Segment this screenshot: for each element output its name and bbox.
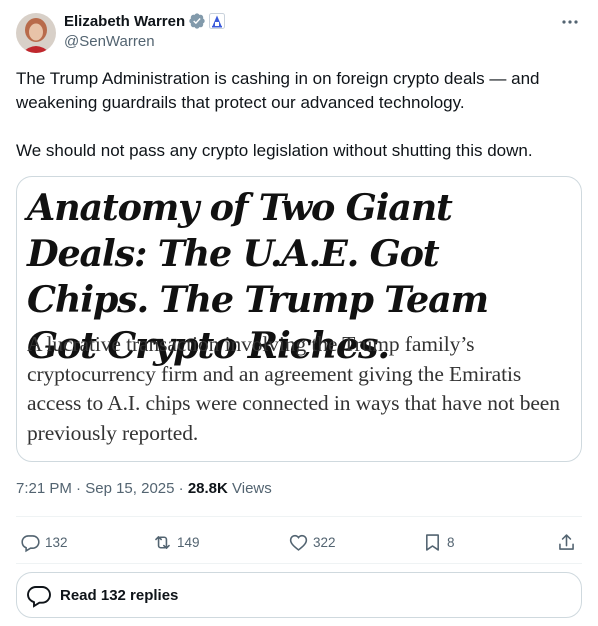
tweet-header: Elizabeth Warren @SenWarren	[16, 10, 582, 58]
tweet-paragraph: We should not pass any crypto legislatio…	[16, 141, 533, 160]
author-handle[interactable]: @SenWarren	[64, 32, 225, 52]
more-options-icon[interactable]	[560, 14, 580, 30]
repost-button[interactable]: 149	[152, 528, 200, 556]
tweet-text: The Trump Administration is cashing in o…	[16, 67, 576, 163]
verified-badge-icon[interactable]	[188, 12, 206, 30]
share-icon	[559, 533, 574, 550]
action-bar: 132 149 322 8	[16, 528, 582, 556]
views-count: 28.8K	[187, 480, 228, 497]
author-name[interactable]: Elizabeth Warren	[64, 13, 185, 30]
views-label: Views	[227, 480, 272, 497]
bookmark-icon	[426, 533, 439, 551]
tweet-date[interactable]: Sep 15, 2025	[85, 480, 174, 497]
repost-count: 149	[177, 534, 200, 550]
bookmark-button[interactable]: 8	[422, 528, 455, 556]
tweet-meta: 7:21 PM · Sep 15, 2025 · 28.8K Views	[16, 479, 272, 499]
bookmark-count: 8	[447, 534, 455, 550]
tweet-paragraph: The Trump Administration is cashing in o…	[16, 69, 540, 112]
replies-bubble-icon	[27, 586, 51, 608]
divider	[16, 516, 582, 517]
repost-icon	[155, 535, 170, 549]
article-image-card[interactable]: Anatomy of Two Giant Deals: The U.A.E. G…	[16, 176, 582, 462]
us-government-affiliation-icon[interactable]	[209, 13, 226, 29]
reply-icon	[21, 534, 40, 552]
read-replies-label: Read 132 replies	[60, 586, 179, 604]
heart-icon	[289, 534, 308, 551]
like-count: 322	[313, 534, 336, 550]
tweet-time[interactable]: 7:21 PM	[16, 480, 72, 497]
read-replies-button[interactable]: Read 132 replies	[16, 572, 582, 618]
reply-button[interactable]: 132	[20, 528, 68, 556]
meta-separator: ·	[71, 480, 86, 497]
divider	[16, 563, 582, 564]
reply-count: 132	[45, 534, 68, 550]
meta-separator: ·	[174, 480, 188, 497]
article-dek: A lucrative transaction involving the Tr…	[27, 332, 560, 446]
like-button[interactable]: 322	[288, 528, 336, 556]
share-button[interactable]	[556, 528, 577, 556]
avatar[interactable]	[16, 13, 56, 53]
